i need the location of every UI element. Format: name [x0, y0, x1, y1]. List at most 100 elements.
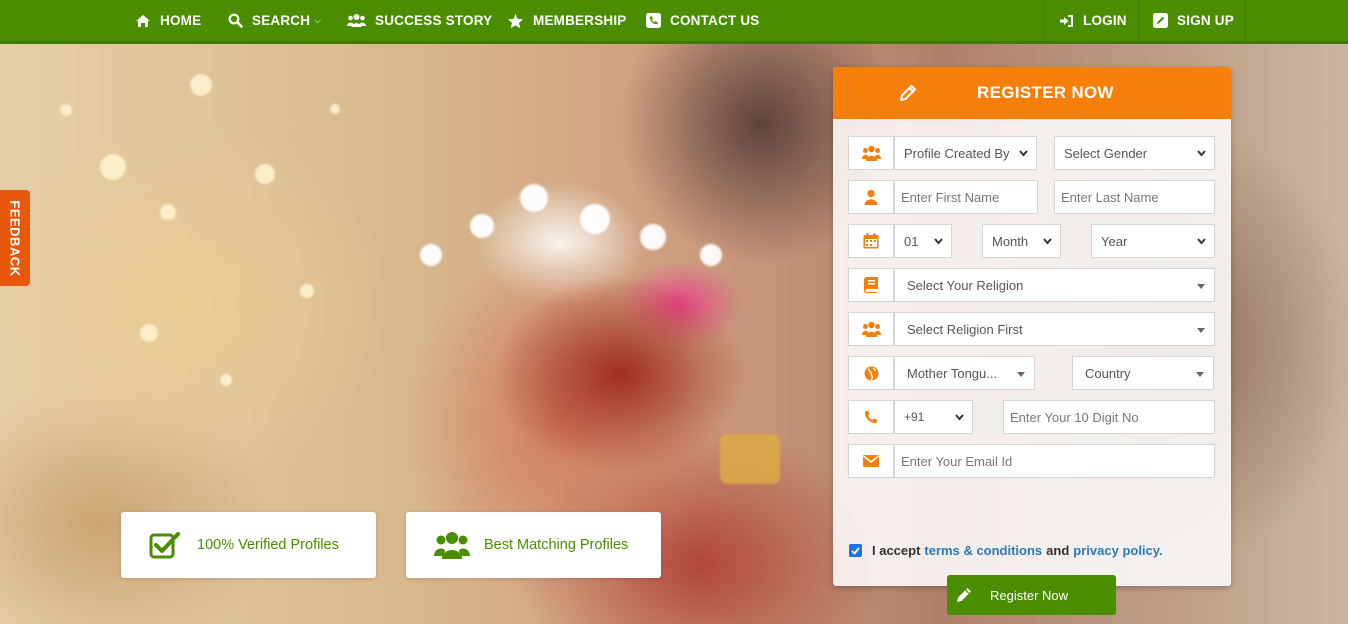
religion-select[interactable]: Select Your Religion [894, 268, 1215, 302]
email-input[interactable]: Enter Your Email Id [894, 444, 1215, 478]
bokeh-light [220, 374, 232, 386]
calendar-icon [863, 233, 879, 249]
last-name-placeholder: Enter Last Name [1061, 189, 1159, 205]
pencil-icon [900, 85, 916, 101]
bokeh-light [330, 104, 340, 114]
birth-year-select[interactable]: Year [1091, 224, 1215, 258]
chevron-down-icon [1043, 238, 1052, 245]
caret-down-icon [1197, 328, 1205, 333]
birth-year-value: Year [1101, 233, 1128, 249]
birth-day-select[interactable]: 01 [894, 224, 952, 258]
nav-login[interactable]: LOGIN [1059, 0, 1127, 41]
nav-search[interactable]: SEARCH ⌵ [228, 0, 321, 41]
birth-day-value: 01 [904, 233, 919, 249]
register-now-button[interactable]: Register Now [947, 575, 1116, 615]
mother-tongue-value: Mother Tongu... [907, 365, 998, 381]
birth-month-value: Month [992, 233, 1029, 249]
nav-membership[interactable]: MEMBERSHIP [507, 0, 627, 41]
pencil-icon [957, 588, 971, 602]
gender-select[interactable]: Select Gender [1054, 136, 1215, 170]
profile-created-by-select[interactable]: Profile Created By [894, 136, 1037, 170]
terms-row: I accept terms & conditions and privacy … [849, 543, 1167, 558]
bokeh-light [190, 74, 212, 96]
mother-tongue-select[interactable]: Mother Tongu... [894, 356, 1035, 390]
bokeh-light [255, 164, 275, 184]
phone-square-icon [646, 13, 661, 28]
home-icon [136, 14, 150, 27]
religion-value: Select Your Religion [907, 277, 1024, 293]
and-text: and [1046, 543, 1070, 558]
nav-contact-us[interactable]: CONTACT US [646, 0, 760, 41]
user-icon [864, 189, 878, 205]
chevron-down-icon [1019, 150, 1028, 157]
caret-down-icon [1017, 372, 1025, 377]
book-icon [864, 277, 878, 293]
edit-square-icon [1153, 13, 1168, 28]
terms-checkbox[interactable] [849, 544, 862, 557]
nav-contact-us-label: CONTACT US [670, 13, 760, 28]
last-name-input[interactable]: Enter Last Name [1054, 180, 1215, 214]
terms-link[interactable]: terms & conditions [924, 543, 1042, 558]
phone-icon-box [848, 400, 894, 434]
register-panel: REGISTER NOW Profile Created By Select G… [833, 67, 1231, 615]
envelope-icon-box [848, 444, 894, 478]
nav-signup[interactable]: SIGN UP [1153, 0, 1234, 41]
envelope-icon [863, 455, 879, 467]
user-icon-box [848, 180, 894, 214]
bokeh-light [300, 284, 314, 298]
sign-in-icon [1060, 14, 1073, 27]
nav-home[interactable]: HOME [135, 0, 201, 41]
bokeh-light [60, 104, 72, 116]
nav-divider [1138, 0, 1139, 44]
nav-home-label: HOME [160, 13, 202, 28]
flower [640, 224, 666, 250]
country-code-value: +91 [904, 410, 925, 424]
first-name-placeholder: Enter First Name [901, 189, 1000, 205]
country-select[interactable]: Country [1072, 356, 1214, 390]
globe-icon-box [848, 356, 894, 390]
users-icon-box [848, 312, 894, 346]
gender-value: Select Gender [1064, 145, 1148, 161]
phone-input[interactable]: Enter Your 10 Digit No [1003, 400, 1215, 434]
search-icon [228, 13, 243, 28]
feedback-label: FEEDBACK [7, 199, 23, 277]
caret-down-icon [1196, 372, 1204, 377]
globe-icon [864, 366, 878, 381]
register-header: REGISTER NOW [833, 67, 1231, 119]
chevron-down-icon: ⌵ [314, 15, 322, 25]
phone-icon [864, 410, 878, 424]
chevron-down-icon [934, 238, 943, 245]
email-placeholder: Enter Your Email Id [901, 453, 1013, 469]
privacy-link[interactable]: privacy policy. [1073, 543, 1162, 558]
nav-divider [1245, 0, 1246, 44]
birth-month-select[interactable]: Month [982, 224, 1061, 258]
bokeh-light [140, 324, 158, 342]
feature-matching-card: Best Matching Profiles [406, 512, 661, 578]
register-now-label: Register Now [990, 587, 1069, 603]
book-icon-box [848, 268, 894, 302]
nav-search-label: SEARCH [252, 13, 311, 28]
caret-down-icon [1197, 284, 1205, 289]
users-icon-box [848, 136, 894, 170]
chevron-down-icon [955, 414, 964, 421]
first-name-input[interactable]: Enter First Name [894, 180, 1038, 214]
accept-prefix-text: I accept [872, 543, 921, 558]
chevron-down-icon [1197, 150, 1206, 157]
bokeh-light [100, 154, 126, 180]
gold-ring [720, 434, 780, 484]
nav-login-label: LOGIN [1083, 13, 1127, 28]
caste-select[interactable]: Select Religion First [894, 312, 1215, 346]
flower [520, 184, 548, 212]
country-code-select[interactable]: +91 [894, 400, 973, 434]
nav-success-story-label: SUCCESS STORY [375, 13, 493, 28]
users-icon [434, 532, 470, 559]
phone-placeholder: Enter Your 10 Digit No [1010, 409, 1139, 425]
feedback-tab[interactable]: FEEDBACK [0, 190, 30, 286]
flower [470, 214, 494, 238]
users-icon [347, 14, 366, 27]
bokeh-light [160, 204, 176, 220]
caste-value: Select Religion First [907, 321, 1023, 337]
nav-success-story[interactable]: SUCCESS STORY [347, 0, 492, 41]
calendar-icon-box [848, 224, 894, 258]
users-icon [861, 321, 881, 337]
